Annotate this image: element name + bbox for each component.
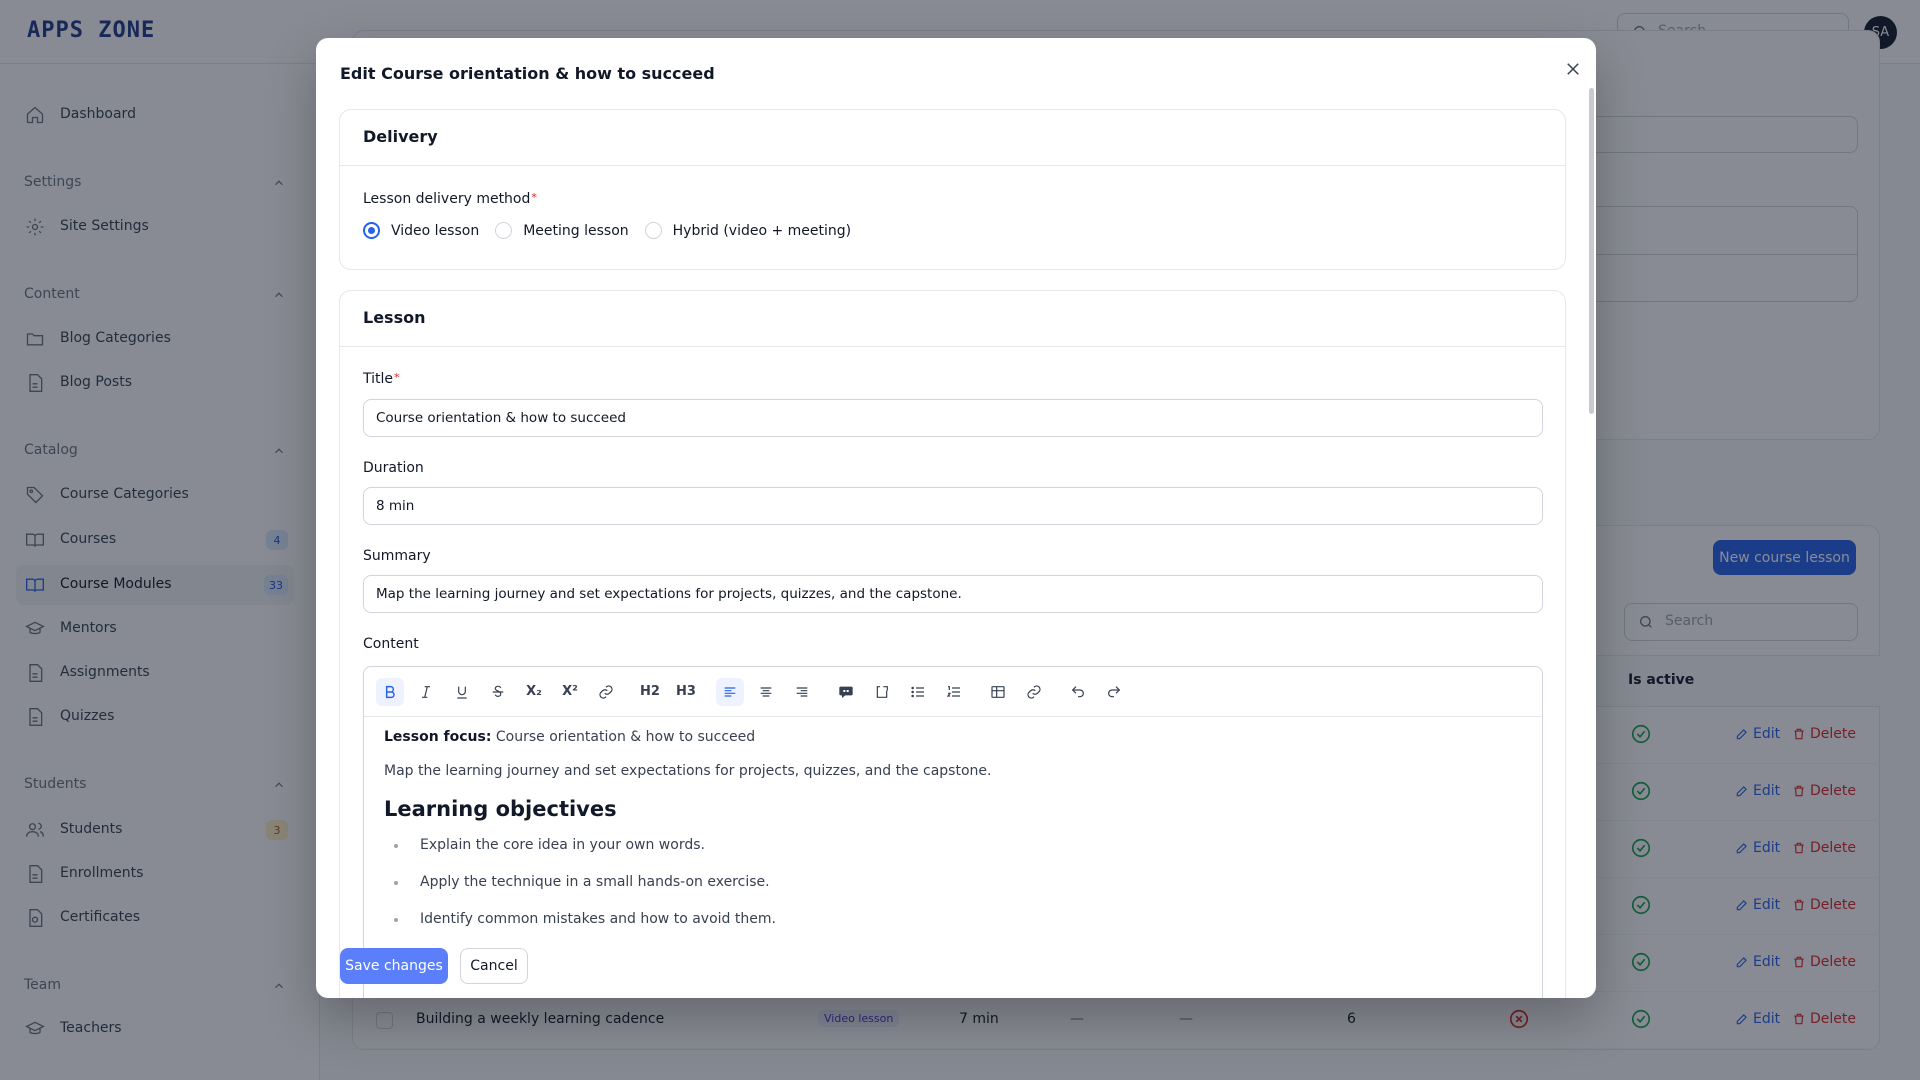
italic-icon <box>418 684 434 700</box>
align-right-icon <box>794 684 810 700</box>
underline-icon <box>454 684 470 700</box>
align-left-icon <box>722 684 738 700</box>
radio-meeting-lesson[interactable]: Meeting lesson <box>495 222 629 239</box>
bullet-list-icon <box>910 684 926 700</box>
strikethrough-button[interactable] <box>484 678 512 706</box>
heading-3-button[interactable]: H3 <box>672 678 700 706</box>
edit-lesson-modal: Edit Course orientation & how to succeed… <box>316 38 1596 998</box>
title-label: Title* <box>363 371 400 387</box>
radio-label: Video lesson <box>391 222 480 239</box>
section-heading: Delivery <box>340 110 1565 166</box>
content-label: Content <box>363 636 419 652</box>
underline-button[interactable] <box>448 678 476 706</box>
italic-button[interactable] <box>412 678 440 706</box>
numbered-list-icon <box>946 684 962 700</box>
list-item: Apply the technique in a small hands-on … <box>394 868 1522 905</box>
required-mark: * <box>531 191 537 204</box>
align-center-button[interactable] <box>752 678 780 706</box>
radio-indicator[interactable] <box>363 222 380 239</box>
superscript-button[interactable]: X² <box>556 678 584 706</box>
blockquote-button[interactable] <box>832 678 860 706</box>
align-left-button[interactable] <box>716 677 744 706</box>
radio-indicator[interactable] <box>644 222 662 239</box>
radio-hybrid[interactable]: Hybrid (video + meeting) <box>644 222 852 239</box>
bold-button[interactable] <box>376 677 404 706</box>
close-button[interactable] <box>1559 55 1587 83</box>
code-block-button[interactable] <box>868 678 896 706</box>
modal-title: Edit Course orientation & how to succeed <box>340 64 715 83</box>
undo-icon <box>1070 684 1086 700</box>
delivery-method-radio-group: Video lesson Meeting lesson Hybrid (vide… <box>363 222 867 239</box>
objectives-list: Explain the core idea in your own words.… <box>384 831 1522 942</box>
quote-icon <box>838 684 854 700</box>
delivery-section: Delivery Lesson delivery method* Video l… <box>339 109 1566 270</box>
link-icon <box>598 684 614 700</box>
summary-input[interactable] <box>363 575 1543 613</box>
required-mark: * <box>394 371 400 384</box>
numbered-list-button[interactable] <box>940 678 968 706</box>
code-block-icon <box>874 684 890 700</box>
intro-paragraph: Map the learning journey and set expecta… <box>384 763 992 779</box>
radio-video-lesson[interactable]: Video lesson <box>363 222 479 239</box>
radio-label: Meeting lesson <box>523 222 629 239</box>
summary-label: Summary <box>363 548 431 564</box>
bold-icon <box>382 684 398 700</box>
editor-toolbar: X₂ X² H2 H3 <box>364 667 1542 717</box>
list-item: Explain the core idea in your own words. <box>394 831 1522 868</box>
table-button[interactable] <box>984 678 1012 706</box>
delivery-method-label: Lesson delivery method* <box>363 191 537 207</box>
table-icon <box>990 684 1006 700</box>
radio-label: Hybrid (video + meeting) <box>672 222 852 239</box>
bullet-list-button[interactable] <box>904 678 932 706</box>
link-icon <box>1026 684 1042 700</box>
label-text: Title <box>363 371 394 387</box>
align-center-icon <box>758 684 774 700</box>
heading-3-icon: H3 <box>676 684 696 699</box>
close-icon <box>1564 60 1582 78</box>
section-heading: Lesson <box>340 291 1565 347</box>
subscript-button[interactable]: X₂ <box>520 678 548 706</box>
strikethrough-icon <box>490 684 506 700</box>
undo-button[interactable] <box>1064 678 1092 706</box>
link-button[interactable] <box>592 678 620 706</box>
lesson-focus-value: Course orientation & how to succeed <box>495 729 756 745</box>
heading-2-button[interactable]: H2 <box>636 678 664 706</box>
label-text: Lesson delivery method <box>363 191 531 207</box>
duration-label: Duration <box>363 460 424 476</box>
editor-content[interactable]: Lesson focus: Course orientation & how t… <box>364 717 1542 954</box>
subscript-icon: X₂ <box>526 684 542 699</box>
objectives-heading: Learning objectives <box>384 797 617 821</box>
modal-footer: Save changes Cancel <box>316 936 1596 998</box>
title-input[interactable] <box>363 399 1543 437</box>
cancel-button[interactable]: Cancel <box>460 948 528 984</box>
align-right-button[interactable] <box>788 678 816 706</box>
redo-icon <box>1106 684 1122 700</box>
lesson-section: Lesson Title* Duration Summary Content X… <box>339 290 1566 998</box>
scrollbar[interactable] <box>1589 88 1594 414</box>
lesson-focus-paragraph: Lesson focus: Course orientation & how t… <box>384 729 1522 745</box>
duration-input[interactable] <box>363 487 1543 525</box>
heading-2-icon: H2 <box>640 684 660 699</box>
lesson-focus-label: Lesson focus: <box>384 729 492 745</box>
superscript-icon: X² <box>562 684 578 699</box>
radio-indicator[interactable] <box>495 222 513 239</box>
redo-button[interactable] <box>1100 678 1128 706</box>
save-changes-button[interactable]: Save changes <box>340 948 448 984</box>
attach-link-button[interactable] <box>1020 678 1048 706</box>
